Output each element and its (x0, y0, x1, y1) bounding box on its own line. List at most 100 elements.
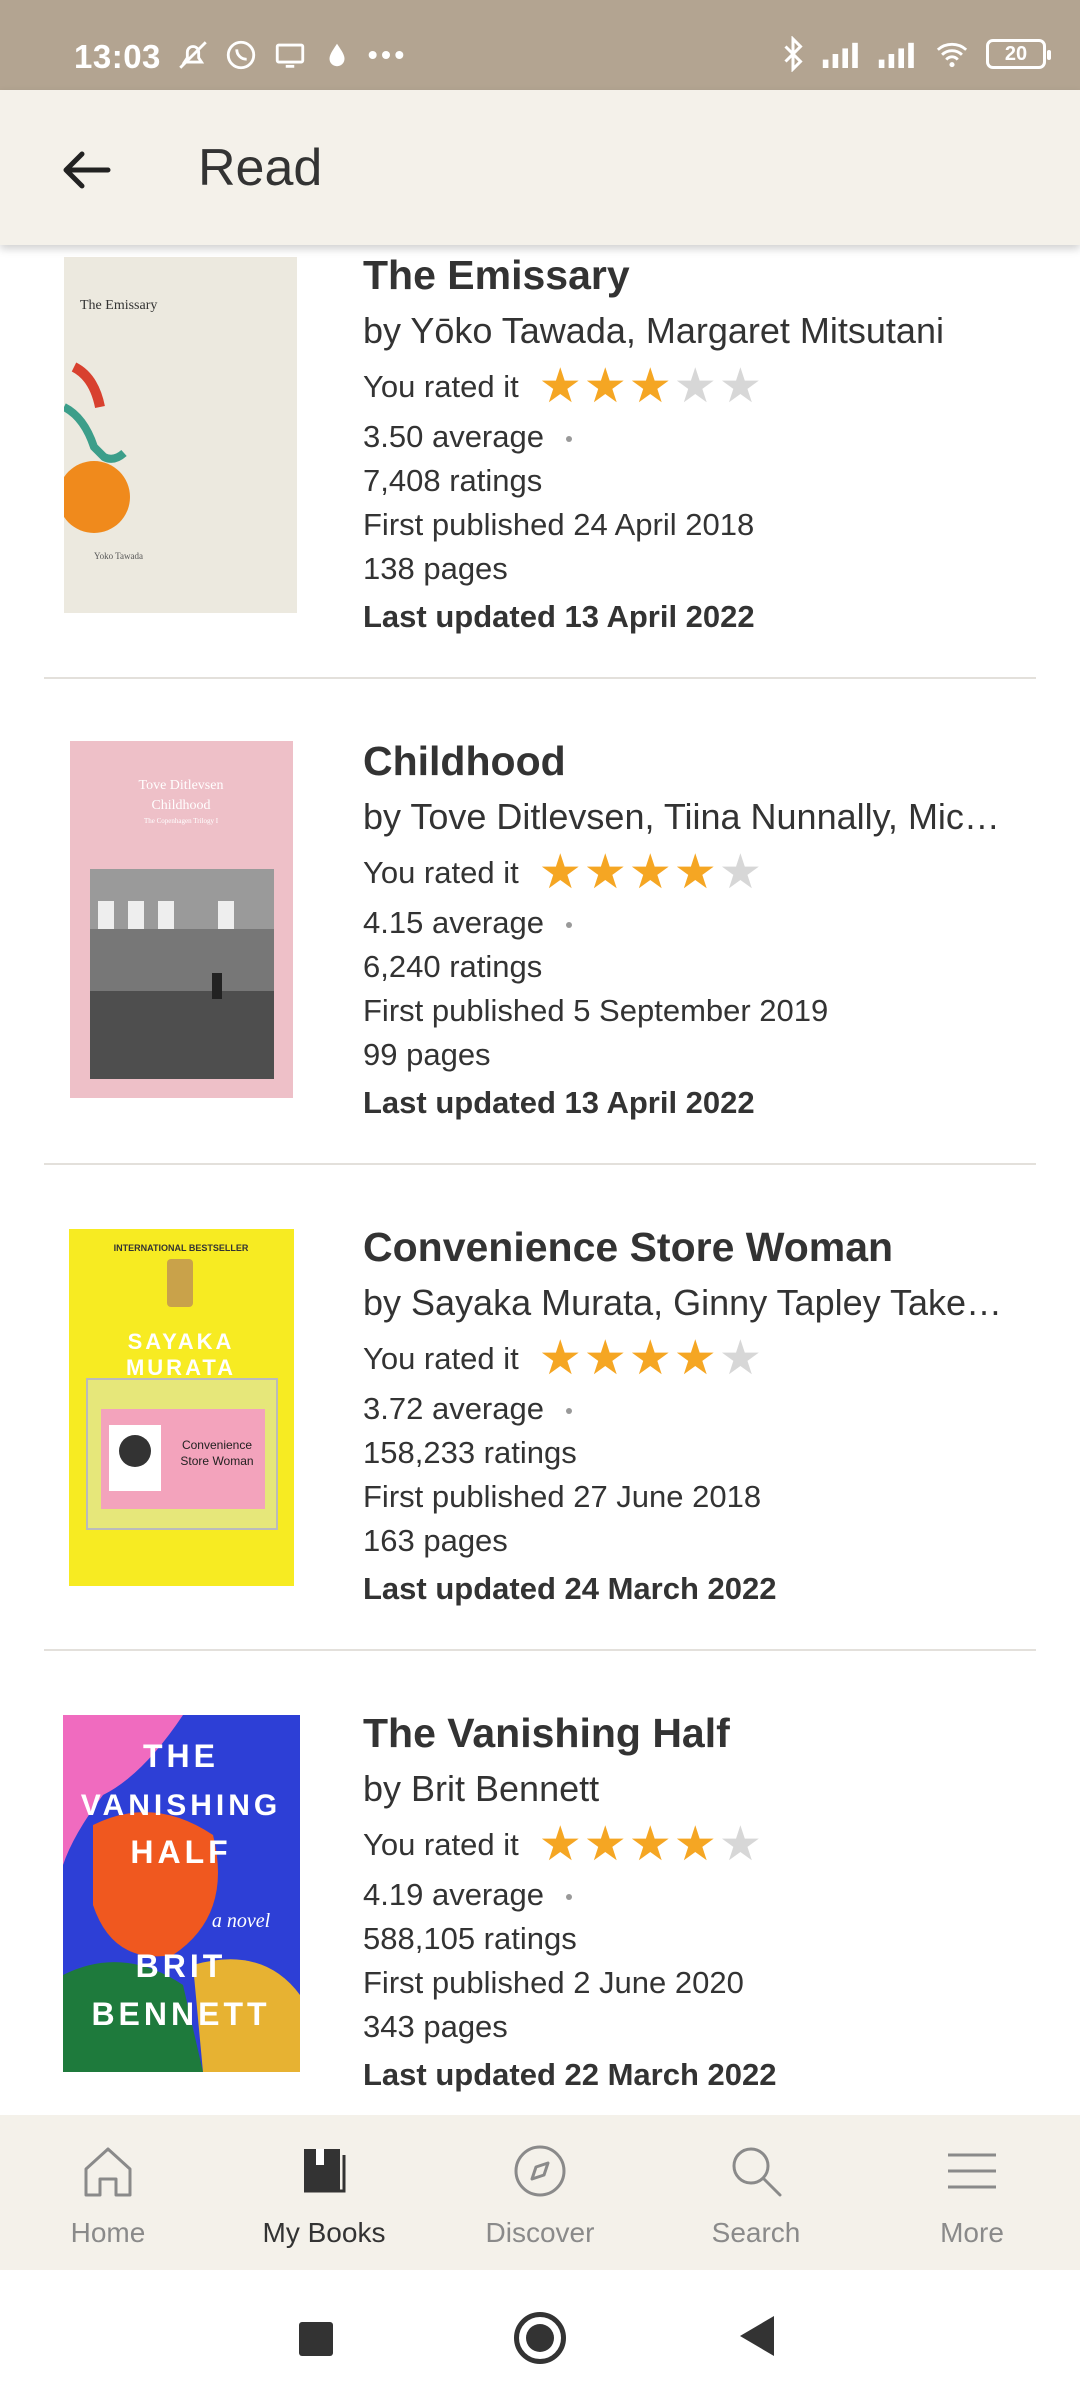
svg-text:BRIT: BRIT (136, 1948, 227, 1984)
average-rating: 3.50 average (363, 415, 1043, 459)
average-rating: 3.72 average (363, 1387, 1043, 1431)
star-filled-icon[interactable]: ★ (539, 849, 582, 897)
rating-stars[interactable]: ★ ★ ★ ★ ★ (539, 849, 762, 897)
page-count: 163 pages (363, 1523, 508, 1558)
nav-label: Discover (485, 2217, 595, 2248)
book-cover[interactable]: INTERNATIONAL BESTSELLER SAYAKA MURATA C… (69, 1229, 294, 1586)
wifi-icon (936, 42, 968, 68)
last-updated: Last updated 13 April 2022 (363, 1085, 755, 1120)
home-button[interactable] (514, 2312, 566, 2364)
book-title[interactable]: The Emissary (363, 247, 1043, 303)
star-empty-icon[interactable]: ★ (719, 1335, 762, 1383)
cover-art: THE VANISHING HALF a novel BRIT BENNETT (63, 1715, 300, 2072)
star-filled-icon[interactable]: ★ (584, 849, 627, 897)
back-button[interactable] (56, 140, 116, 200)
rating-stars[interactable]: ★ ★ ★ ★ ★ (539, 1821, 762, 1869)
last-updated: Last updated 24 March 2022 (363, 1571, 777, 1606)
star-filled-icon[interactable]: ★ (539, 363, 582, 411)
recents-button[interactable] (299, 2322, 333, 2356)
book-item[interactable]: INTERNATIONAL BESTSELLER SAYAKA MURATA C… (44, 1163, 1036, 1651)
arrow-left-icon (63, 151, 111, 189)
rating-stars[interactable]: ★ ★ ★ ★ ★ (539, 1335, 762, 1383)
star-filled-icon[interactable]: ★ (539, 1821, 582, 1869)
page-count: 99 pages (363, 1037, 491, 1072)
cover-art: Tove Ditlevsen Childhood The Copenhagen … (90, 778, 274, 1079)
nav-discover[interactable]: Discover (432, 2115, 648, 2270)
star-filled-icon[interactable]: ★ (629, 1335, 672, 1383)
book-list[interactable]: The Emissary Yoko Tawada The Emissary by… (0, 245, 1080, 2115)
drop-icon (329, 43, 345, 67)
bluetooth-icon (784, 36, 803, 72)
star-filled-icon[interactable]: ★ (584, 1335, 627, 1383)
book-title[interactable]: Childhood (363, 733, 1043, 789)
book-item[interactable]: The Emissary Yoko Tawada The Emissary by… (44, 245, 1036, 679)
svg-text:THE: THE (143, 1738, 219, 1774)
book-cover[interactable]: The Emissary Yoko Tawada (64, 257, 297, 613)
star-filled-icon[interactable]: ★ (584, 363, 627, 411)
book-cover[interactable]: THE VANISHING HALF a novel BRIT BENNETT (63, 1715, 300, 2072)
star-empty-icon[interactable]: ★ (719, 363, 762, 411)
app-bar: Read (0, 90, 1080, 245)
svg-text:MURATA: MURATA (126, 1355, 236, 1380)
nav-my-books[interactable]: My Books (216, 2115, 432, 2270)
book-authors: by Sayaka Murata, Ginny Tapley Take… (363, 1282, 1002, 1323)
star-empty-icon[interactable]: ★ (719, 849, 762, 897)
book-title[interactable]: Convenience Store Woman (363, 1219, 1043, 1275)
cover-title: Tove Ditlevsen (139, 778, 224, 793)
star-filled-icon[interactable]: ★ (539, 1335, 582, 1383)
page-count: 343 pages (363, 2009, 508, 2044)
home-icon (84, 2147, 132, 2197)
status-icons-left (176, 38, 406, 72)
battery-icon: 20 (986, 39, 1051, 69)
book-cover[interactable]: Tove Ditlevsen Childhood The Copenhagen … (70, 741, 293, 1098)
svg-text:BENNETT: BENNETT (91, 1996, 270, 2032)
star-filled-icon[interactable]: ★ (674, 849, 717, 897)
star-filled-icon[interactable]: ★ (584, 1821, 627, 1869)
rated-label: You rated it (363, 855, 519, 890)
rated-label: You rated it (363, 369, 519, 404)
star-filled-icon[interactable]: ★ (629, 849, 672, 897)
book-item[interactable]: Tove Ditlevsen Childhood The Copenhagen … (44, 677, 1036, 1165)
star-filled-icon[interactable]: ★ (629, 1821, 672, 1869)
nav-label: Search (711, 2217, 801, 2248)
star-filled-icon[interactable]: ★ (674, 1335, 717, 1383)
first-published: First published 2 June 2020 (363, 1965, 744, 2000)
last-updated: Last updated 22 March 2022 (363, 2057, 777, 2092)
system-back-button[interactable] (740, 2316, 774, 2356)
star-empty-icon[interactable]: ★ (674, 363, 717, 411)
first-published: First published 5 September 2019 (363, 993, 829, 1028)
svg-text:Store Woman: Store Woman (180, 1454, 253, 1468)
cover-title: The Emissary (80, 298, 157, 313)
status-bar: 13:03 20 (0, 0, 1080, 90)
whatsapp-icon (226, 40, 256, 70)
cover-art: The Emissary Yoko Tawada (64, 298, 157, 561)
book-info: Convenience Store Woman by Sayaka Murata… (363, 1219, 1043, 1615)
cover-series: The Copenhagen Trilogy I (144, 817, 219, 825)
nav-label: Home (70, 2217, 146, 2248)
average-rating: 4.19 average (363, 1873, 1043, 1917)
bottom-nav: Home My Books Discover Search More (0, 2115, 1080, 2270)
book-info: The Vanishing Half by Brit Bennett You r… (363, 1705, 1043, 2101)
user-rating: You rated it ★ ★ ★ ★ ★ (363, 1331, 1043, 1387)
user-rating: You rated it ★ ★ ★ ★ ★ (363, 359, 1043, 415)
book-title[interactable]: The Vanishing Half (363, 1705, 1043, 1761)
nav-more[interactable]: More (864, 2115, 1080, 2270)
star-filled-icon[interactable]: ★ (629, 363, 672, 411)
page-title: Read (198, 139, 323, 197)
nav-search[interactable]: Search (648, 2115, 864, 2270)
star-empty-icon[interactable]: ★ (719, 1821, 762, 1869)
book-authors: by Tove Ditlevsen, Tiina Nunnally, Mic… (363, 796, 1000, 837)
rating-stars[interactable]: ★ ★ ★ ★ ★ (539, 363, 762, 411)
book-item[interactable]: THE VANISHING HALF a novel BRIT BENNETT … (44, 1649, 1036, 2115)
book-info: Childhood by Tove Ditlevsen, Tiina Nunna… (363, 733, 1043, 1129)
book-info: The Emissary by Yōko Tawada, Margaret Mi… (363, 247, 1043, 643)
cover-tag: INTERNATIONAL BESTSELLER (114, 1243, 249, 1253)
star-filled-icon[interactable]: ★ (674, 1821, 717, 1869)
signal-icon (878, 42, 914, 68)
nav-home[interactable]: Home (0, 2115, 216, 2270)
ratings-count: 588,105 ratings (363, 1921, 577, 1956)
svg-text:HALF: HALF (130, 1834, 231, 1870)
average-rating: 4.15 average (363, 901, 1043, 945)
status-icons-right: 20 (780, 36, 1051, 72)
svg-text:SAYAKA: SAYAKA (128, 1329, 235, 1354)
